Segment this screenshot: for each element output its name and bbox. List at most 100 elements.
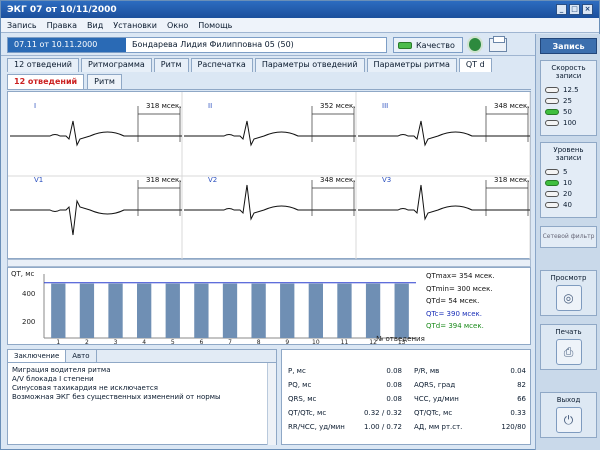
param-value: 66: [517, 395, 526, 403]
qt-chart-panel: QT, мс 400 200 1 2 3 4 5 6 7 8 9 10 11 12 13 № отвед…: [7, 267, 531, 346]
speeds-value: 50: [563, 107, 572, 116]
ecg-trace-V1: [10, 199, 182, 236]
ecg-trace-V3: [358, 184, 530, 221]
qt-interval-value: 318 мсек.: [494, 176, 530, 184]
qt-stat: QTmax= 354 мсек.: [426, 272, 495, 280]
subtab-1[interactable]: Ритм: [87, 74, 122, 89]
horizontal-scrollbar[interactable]: [7, 259, 531, 267]
menu-edit[interactable]: Правка: [47, 21, 77, 30]
conclusion-scrollbar[interactable]: [267, 363, 276, 445]
speeds-option[interactable]: 100: [541, 117, 596, 128]
bar-13: [394, 283, 409, 338]
view-label: Просмотр: [550, 274, 587, 282]
param-value: 0.33: [510, 409, 526, 417]
print-button[interactable]: Печать ⎙: [540, 324, 597, 370]
bar-10: [308, 283, 323, 338]
menu-settings[interactable]: Установки: [113, 21, 157, 30]
param-row: ЧСС, уд/мин 66: [414, 392, 526, 406]
ecg-traces: [8, 92, 532, 260]
tab-2[interactable]: Ритм: [153, 58, 189, 72]
levels-value: 20: [563, 189, 572, 198]
param-value: 0.04: [510, 367, 526, 375]
bar-label: 5: [171, 339, 175, 346]
tab-6[interactable]: QT d: [458, 58, 492, 72]
bar-12: [365, 283, 381, 338]
param-key: P, мс: [288, 367, 306, 375]
view-button[interactable]: Просмотр ◎: [540, 270, 597, 316]
menu-view[interactable]: Вид: [87, 21, 103, 30]
title-bar: ЭКГ 07 от 10/11/2000 _ □ ×: [1, 1, 599, 18]
record-icon[interactable]: [467, 36, 483, 53]
subtab-0[interactable]: 12 отведений: [7, 74, 85, 89]
conclusion-line: Миграция водителя ритма: [12, 366, 111, 374]
main-tabs: 12 отведений Ритмограмма Ритм Распечатка Пар…: [7, 58, 531, 72]
conclusion-line: Возможная ЭКГ без существенных изменений…: [12, 393, 221, 401]
ecg-trace-V2: [184, 184, 356, 221]
bar-5: [165, 283, 180, 338]
param-value: 1.00 / 0.72: [364, 423, 402, 431]
toggle-icon: [545, 190, 559, 197]
tab-4[interactable]: Параметры отведений: [254, 58, 365, 72]
tab-auto[interactable]: Авто: [66, 350, 97, 362]
close-button[interactable]: ×: [582, 4, 593, 15]
param-row: AQRS, град 82: [414, 378, 526, 392]
param-value: 82: [517, 381, 526, 389]
bar-label: 10: [312, 339, 320, 346]
qt-stat: QTc= 390 мсек.: [426, 309, 483, 318]
filter-label: Сетевой фильтр: [542, 233, 595, 240]
sub-tabs: 12 отведений Ритм: [7, 74, 531, 90]
param-value: 0.32 / 0.32: [364, 409, 402, 417]
quality-indicator[interactable]: Качество: [393, 37, 463, 53]
side-panel: Запись Скорость записи 12.5 25 50 100 Урове…: [535, 34, 600, 450]
speeds-option[interactable]: 50: [541, 106, 596, 117]
bar-label: 6: [199, 339, 203, 346]
bar-label: 8: [257, 339, 261, 346]
lead-label: I: [34, 102, 37, 110]
record-header[interactable]: Запись: [540, 38, 597, 54]
ecg-trace-I: [10, 120, 182, 147]
conclusion-panel: Заключение Авто Миграция водителя ритма А…: [7, 349, 277, 445]
qt-stat: QTmin= 300 мсек.: [426, 284, 493, 293]
patient-selector[interactable]: 07.11 от 10.11.2000 Бондарева Лидия Фили…: [7, 37, 387, 53]
exit-button[interactable]: Выход ⏻: [540, 392, 597, 438]
menu-help[interactable]: Помощь: [198, 21, 232, 30]
quality-label: Качество: [416, 40, 455, 50]
param-row: P/R, мв 0.04: [414, 364, 526, 378]
speeds-option[interactable]: 12.5: [541, 84, 596, 95]
printer-icon: ⎙: [555, 339, 582, 365]
eye-icon: ◎: [555, 285, 582, 311]
tab-0[interactable]: 12 отведений: [7, 58, 79, 72]
bar-8: [251, 283, 266, 338]
qt-stat: QTd= 54 мсек.: [426, 297, 480, 305]
menu-record[interactable]: Запись: [7, 21, 37, 30]
tab-conclusion[interactable]: Заключение: [8, 350, 67, 362]
param-key: QT/QTc, мс: [288, 409, 327, 417]
levels-option[interactable]: 20: [541, 188, 596, 199]
filter-box[interactable]: Сетевой фильтр: [540, 226, 597, 248]
levels-value: 10: [563, 178, 572, 187]
menu-window[interactable]: Окно: [167, 21, 188, 30]
lead-label: V1: [34, 176, 44, 184]
param-key: QRS, мс: [288, 395, 317, 403]
tab-1[interactable]: Ритмограмма: [81, 58, 152, 72]
tab-3[interactable]: Распечатка: [190, 58, 253, 72]
power-icon: ⏻: [555, 407, 582, 433]
toggle-icon: [545, 179, 559, 186]
toggle-icon: [545, 86, 559, 93]
maximize-button[interactable]: □: [569, 4, 580, 15]
speeds-option[interactable]: 25: [541, 95, 596, 106]
qt-interval-value: 318 мсек.: [146, 176, 182, 184]
levels-option[interactable]: 10: [541, 177, 596, 188]
printer-icon[interactable]: [489, 36, 507, 52]
patient-name: Бондарева Лидия Филипповна 05 (50): [132, 40, 294, 49]
toggle-icon: [545, 97, 559, 104]
levels-option[interactable]: 40: [541, 199, 596, 210]
bar-11: [337, 283, 352, 338]
qt-interval-value: 348 мсек.: [320, 176, 356, 184]
param-key: PQ, мс: [288, 381, 312, 389]
levels-option[interactable]: 5: [541, 166, 596, 177]
minimize-button[interactable]: _: [556, 4, 567, 15]
bar-9: [280, 283, 295, 338]
exit-label: Выход: [556, 396, 581, 404]
tab-5[interactable]: Параметры ритма: [366, 58, 457, 72]
